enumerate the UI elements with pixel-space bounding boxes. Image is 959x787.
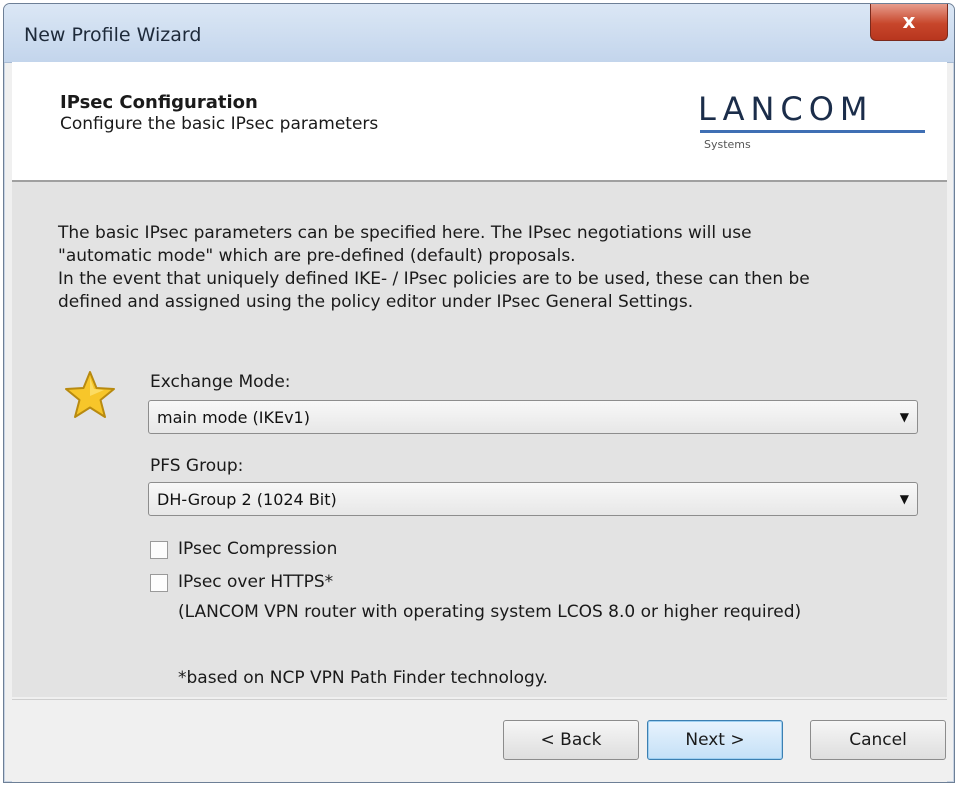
- footnote: *based on NCP VPN Path Finder technology…: [178, 668, 548, 688]
- chevron-down-icon: ▼: [899, 492, 909, 506]
- description: The basic IPsec parameters can be specif…: [58, 222, 938, 314]
- wizard-header: IPsec Configuration Configure the basic …: [12, 62, 947, 182]
- close-button[interactable]: x: [870, 4, 948, 41]
- pfs-group-select[interactable]: DH-Group 2 (1024 Bit) ▼: [148, 482, 918, 516]
- cancel-button[interactable]: Cancel: [810, 720, 946, 760]
- next-button[interactable]: Next >: [647, 720, 783, 760]
- logo-subtext: Systems: [704, 138, 751, 151]
- wizard-window: New Profile Wizard x IPsec Configuration…: [3, 3, 955, 783]
- ipsec-compression-label[interactable]: IPsec Compression: [178, 539, 337, 559]
- title-bar[interactable]: New Profile Wizard x: [4, 4, 954, 63]
- exchange-mode-select[interactable]: main mode (IKEv1) ▼: [148, 400, 918, 434]
- exchange-mode-value: main mode (IKEv1): [157, 408, 310, 427]
- ipsec-over-https-label[interactable]: IPsec over HTTPS*: [178, 572, 333, 592]
- exchange-mode-label: Exchange Mode:: [150, 372, 291, 392]
- ipsec-over-https-checkbox[interactable]: [150, 574, 168, 592]
- chevron-down-icon: ▼: [899, 410, 909, 424]
- page-subtitle: Configure the basic IPsec parameters: [60, 114, 379, 134]
- pfs-group-label: PFS Group:: [150, 456, 244, 476]
- page-title: IPsec Configuration: [60, 92, 258, 113]
- button-bar: < Back Next > Cancel: [12, 699, 947, 782]
- lancom-logo: LANCOM Systems: [698, 90, 928, 160]
- description-line: defined and assigned using the policy ed…: [58, 292, 694, 312]
- ipsec-compression-checkbox[interactable]: [150, 541, 168, 559]
- back-button[interactable]: < Back: [503, 720, 639, 760]
- pfs-group-value: DH-Group 2 (1024 Bit): [157, 490, 337, 509]
- window-title: New Profile Wizard: [24, 24, 202, 46]
- description-line: The basic IPsec parameters can be specif…: [58, 223, 752, 243]
- logo-underline: [700, 130, 925, 133]
- wizard-content: The basic IPsec parameters can be specif…: [12, 182, 947, 697]
- logo-text: LANCOM: [698, 90, 874, 128]
- https-requirement-note: (LANCOM VPN router with operating system…: [178, 602, 802, 622]
- close-icon: x: [902, 9, 916, 33]
- star-icon: [65, 371, 115, 418]
- description-line: In the event that uniquely defined IKE- …: [58, 269, 810, 289]
- description-line: "automatic mode" which are pre-defined (…: [58, 246, 576, 266]
